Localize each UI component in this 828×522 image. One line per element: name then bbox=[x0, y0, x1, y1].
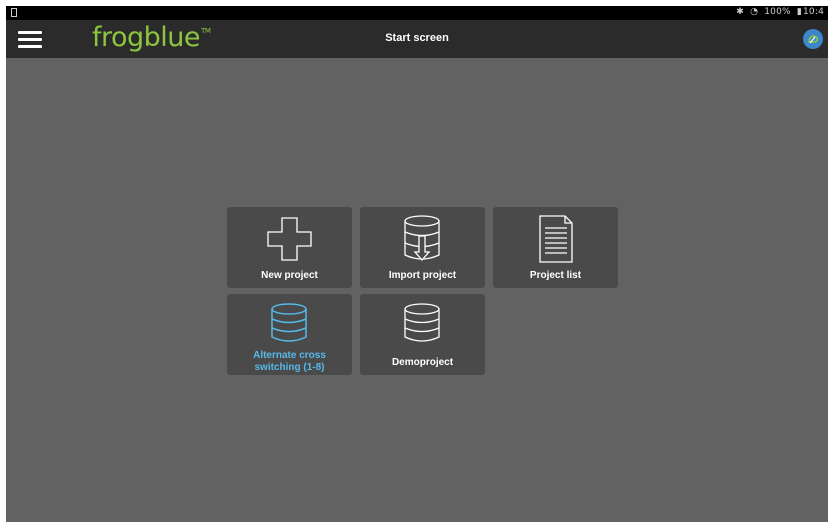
battery-icon: ▮ bbox=[796, 7, 802, 17]
page-title: Start screen bbox=[385, 32, 449, 44]
status-right: ✱ ◔ 100% ▮10:4 bbox=[733, 7, 824, 17]
tile-label-line2: switching (1-8) bbox=[254, 362, 325, 373]
new-project-tile[interactable]: New project bbox=[227, 207, 352, 288]
app-bar: frogblueTM Start screen bbox=[6, 20, 828, 58]
wifi-icon: ◔ bbox=[750, 7, 759, 17]
status-bar: ✱ ◔ 100% ▮10:4 bbox=[6, 6, 828, 20]
document-list-icon bbox=[539, 215, 573, 263]
battery-percent: 100% bbox=[764, 7, 791, 17]
alternate-cross-switching-tile[interactable]: Alternate cross switching (1-8) bbox=[227, 294, 352, 375]
tile-label: Import project bbox=[388, 270, 457, 281]
clock: 10:4 bbox=[802, 7, 824, 17]
tile-label: New project bbox=[261, 270, 318, 281]
tile-label: Demoproject bbox=[391, 357, 454, 368]
tile-label-line1: Alternate cross bbox=[253, 350, 326, 361]
import-project-tile[interactable]: Import project bbox=[360, 207, 485, 288]
database-icon bbox=[271, 303, 307, 342]
database-icon bbox=[404, 303, 440, 342]
tile-label: Project list bbox=[529, 270, 582, 281]
tile-label: Alternate cross switching (1-8) bbox=[227, 350, 352, 374]
sim-icon bbox=[11, 8, 17, 17]
project-list-tile[interactable]: Project list bbox=[493, 207, 618, 288]
bluetooth-icon: ✱ bbox=[736, 7, 745, 17]
cloud-sync-icon[interactable] bbox=[803, 29, 823, 49]
plus-icon bbox=[267, 217, 312, 261]
app-frame: ✱ ◔ 100% ▮10:4 frogblueTM Start screen N… bbox=[6, 6, 828, 522]
demoproject-tile[interactable]: Demoproject bbox=[360, 294, 485, 375]
database-import-icon bbox=[404, 215, 440, 261]
